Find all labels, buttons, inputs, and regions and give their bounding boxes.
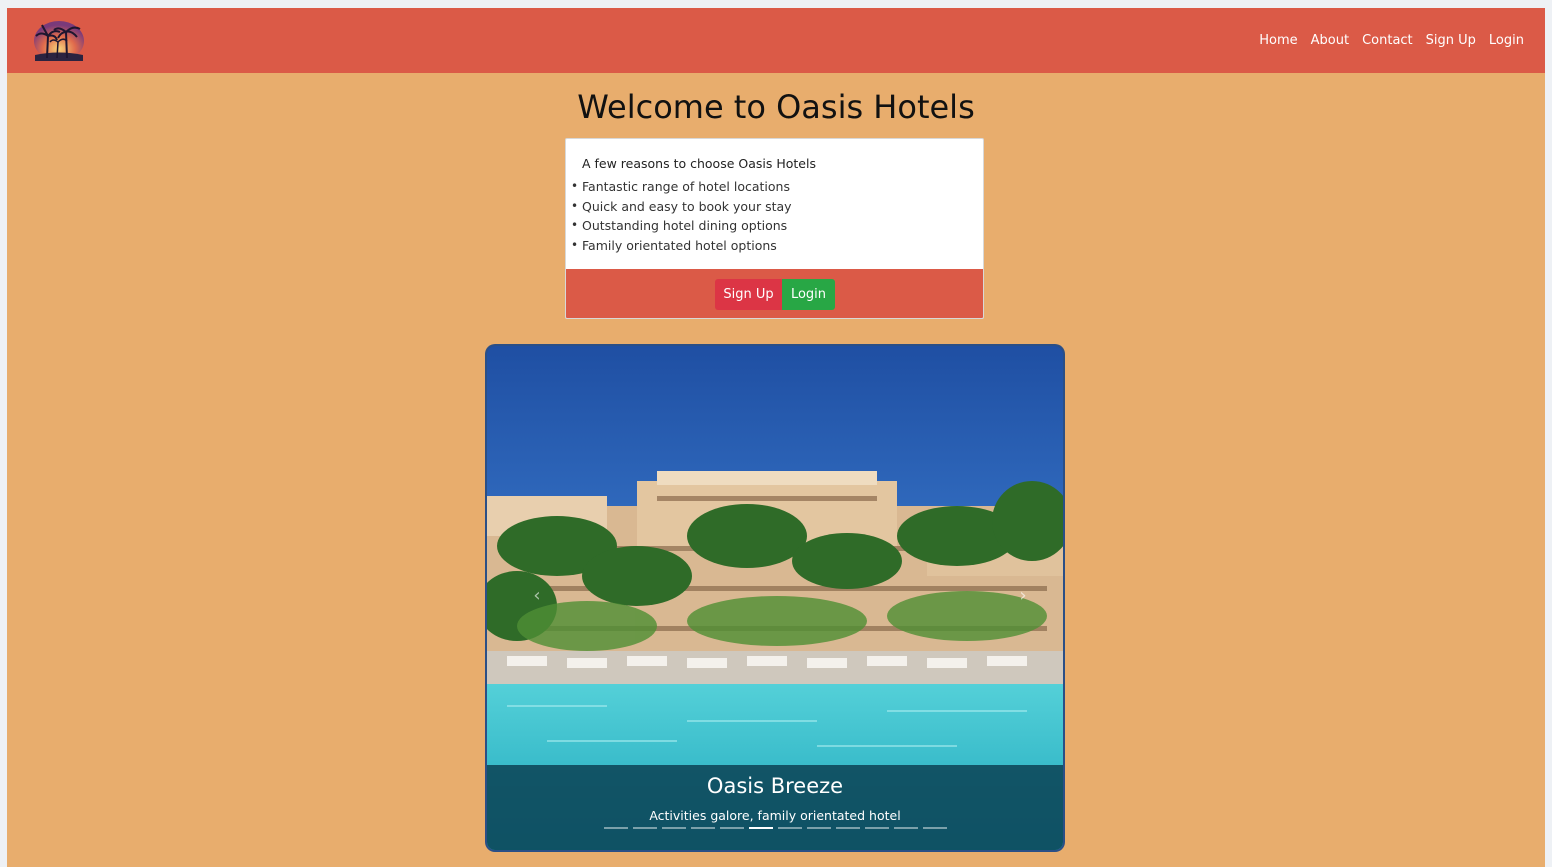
- list-item: • Outstanding hotel dining options: [566, 216, 792, 236]
- reasons-card: A few reasons to choose Oasis Hotels • Fa…: [565, 138, 984, 319]
- reason-text: Quick and easy to book your stay: [582, 198, 792, 214]
- bullet-icon: •: [571, 237, 579, 252]
- nav-about-link[interactable]: About: [1311, 33, 1349, 48]
- carousel-indicator[interactable]: [720, 827, 744, 829]
- reason-text: Fantastic range of hotel locations: [582, 179, 790, 194]
- card-title: A few reasons to choose Oasis Hotels: [582, 156, 816, 171]
- carousel-indicator[interactable]: [778, 827, 802, 829]
- reason-text: Family orientated hotel options: [582, 237, 777, 253]
- carousel-prev-button[interactable]: ‹: [527, 586, 547, 606]
- carousel-indicator[interactable]: [894, 827, 918, 829]
- carousel-indicator[interactable]: [807, 827, 831, 829]
- signup-button[interactable]: Sign Up: [715, 279, 782, 310]
- carousel-indicator[interactable]: [691, 827, 715, 829]
- page-title: Welcome to Oasis Hotels: [577, 88, 975, 126]
- hotel-carousel[interactable]: ‹ › Oasis Breeze Activities galore, fami…: [487, 346, 1063, 850]
- card-footer: Sign Up Login: [566, 269, 983, 318]
- navbar: Home About Contact Sign Up Login: [7, 8, 1545, 73]
- nav-login-link[interactable]: Login: [1489, 33, 1524, 48]
- carousel-indicator[interactable]: [923, 827, 947, 829]
- caption-title: Oasis Breeze: [706, 774, 844, 798]
- bullet-icon: •: [571, 218, 579, 232]
- carousel-indicator[interactable]: [633, 827, 657, 829]
- carousel-next-button[interactable]: ›: [1013, 586, 1033, 606]
- nav-contact-link[interactable]: Contact: [1362, 33, 1413, 48]
- list-item: • Family orientated hotel options: [566, 236, 792, 256]
- bullet-icon: •: [571, 198, 579, 213]
- carousel-indicators: [604, 827, 947, 829]
- list-item: • Fantastic range of hotel locations: [566, 177, 792, 197]
- carousel-indicator[interactable]: [865, 827, 889, 829]
- carousel-indicator[interactable]: [749, 827, 773, 829]
- carousel-indicator[interactable]: [662, 827, 686, 829]
- login-button[interactable]: Login: [782, 279, 835, 310]
- list-item: • Quick and easy to book your stay: [566, 197, 792, 217]
- reason-text: Outstanding hotel dining options: [582, 218, 788, 233]
- nav-signup-link[interactable]: Sign Up: [1426, 33, 1476, 48]
- carousel-indicator[interactable]: [604, 827, 628, 829]
- nav-links: Home About Contact Sign Up Login: [1259, 33, 1524, 48]
- logo-icon[interactable]: [33, 20, 85, 62]
- carousel-indicator[interactable]: [836, 827, 860, 829]
- page: Home About Contact Sign Up Login Welcome…: [7, 8, 1545, 867]
- nav-home-link[interactable]: Home: [1259, 33, 1297, 48]
- bullet-icon: •: [571, 179, 579, 193]
- caption-text: Activities galore, family orientated hot…: [649, 808, 901, 823]
- reasons-list: • Fantastic range of hotel locations • Qui…: [566, 177, 792, 255]
